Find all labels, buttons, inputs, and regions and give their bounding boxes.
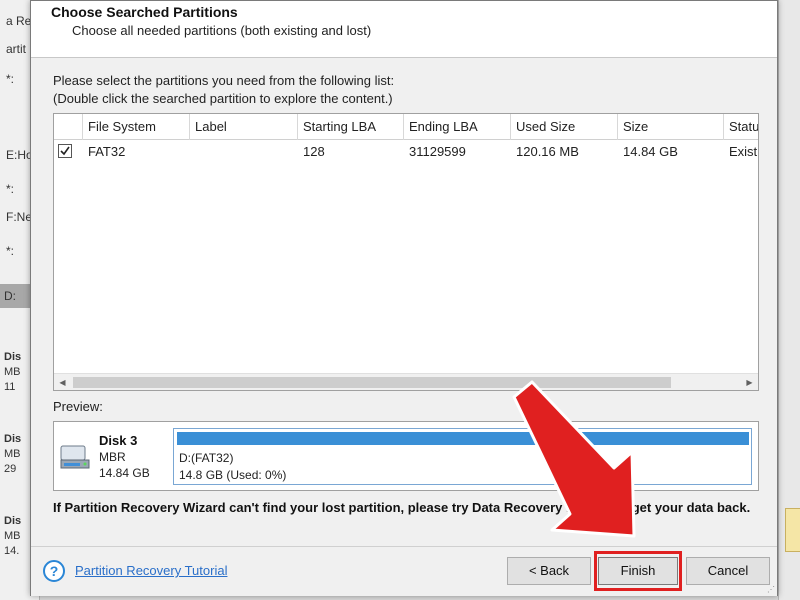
background-text: F:Ne [6, 210, 33, 224]
column-header-size[interactable]: Size [618, 114, 724, 140]
cell-size: 14.84 GB [623, 144, 678, 159]
disk-name: Disk 3 [99, 433, 138, 448]
disk-drive-icon [60, 445, 90, 469]
background-text: artit [6, 42, 27, 56]
instruction-text: Please select the partitions you need fr… [53, 73, 395, 88]
dialog-footer: ? Partition Recovery Tutorial < Back Fin… [31, 546, 777, 596]
cell-ending-lba: 31129599 [409, 144, 466, 159]
back-button-label: Back [540, 563, 570, 578]
finish-button[interactable]: Finish [598, 557, 678, 585]
disk-size: 14.84 GB [99, 466, 150, 480]
back-button[interactable]: < Back [507, 557, 591, 585]
background-right-edge [778, 0, 800, 600]
dialog-subtitle: Choose all needed partitions (both exist… [72, 23, 372, 38]
column-header-ending-lba[interactable]: Ending LBA [404, 114, 511, 140]
partition-block[interactable]: D:(FAT32) 14.8 GB (Used: 0%) [173, 428, 752, 485]
question-icon[interactable]: ? [43, 560, 65, 582]
background-text: E:Ho [6, 148, 33, 162]
background-disk-entry: Dis MB 11 [4, 351, 22, 393]
background-text: *: [6, 182, 15, 196]
finish-button-label: Finish [620, 563, 656, 578]
cell-label [190, 140, 298, 164]
preview-label: Preview: [53, 399, 103, 414]
background-text: *: [6, 244, 15, 258]
column-header-file-system[interactable]: File System [83, 114, 190, 140]
dialog-header: Choose Searched Partitions Choose all ne… [31, 1, 777, 58]
background-text: *: [6, 72, 15, 86]
disk-type: MBR [99, 450, 126, 464]
partition-bar [177, 432, 749, 445]
scrollbar-thumb[interactable] [73, 377, 671, 388]
cell-used-size: 120.16 MB [516, 144, 579, 159]
horizontal-scrollbar[interactable]: ◀ ▶ [54, 373, 758, 390]
tutorial-link[interactable]: Partition Recovery Tutorial [75, 563, 227, 578]
scroll-left-icon[interactable]: ◀ [54, 374, 71, 390]
partition-table[interactable]: File System Label Starting LBA Ending LB… [53, 113, 759, 391]
background-yellow-block [785, 508, 800, 552]
column-header-starting-lba[interactable]: Starting LBA [298, 114, 404, 140]
column-header-label[interactable]: Label [190, 114, 298, 140]
table-row[interactable]: FAT32 128 31129599 120.16 MB 14.84 GB Ex… [54, 140, 758, 164]
resize-grip-icon[interactable]: ⋰ [767, 585, 775, 594]
cell-file-system: FAT32 [88, 144, 126, 159]
column-header-used-size[interactable]: Used Size [511, 114, 618, 140]
background-disk-entry: Dis MB 29 [4, 433, 22, 475]
partition-name: D:(FAT32) [179, 451, 234, 465]
choose-partitions-dialog: Choose Searched Partitions Choose all ne… [30, 0, 778, 596]
scroll-right-icon[interactable]: ▶ [741, 374, 758, 390]
dialog-title: Choose Searched Partitions [51, 4, 238, 20]
instruction-hint: (Double click the searched partition to … [53, 91, 393, 106]
cancel-button[interactable]: Cancel [686, 557, 770, 585]
cell-starting-lba: 128 [303, 144, 325, 159]
column-header-status[interactable]: Status [724, 114, 758, 140]
disk-preview: Disk 3 MBR 14.84 GB D:(FAT32) 14.8 GB (U… [53, 421, 759, 491]
checkmark-icon [60, 146, 70, 156]
cell-status: Existing [729, 144, 758, 159]
partition-info: 14.8 GB (Used: 0%) [179, 468, 287, 482]
column-header-check [54, 114, 83, 140]
table-header: File System Label Starting LBA Ending LB… [54, 114, 758, 140]
help-note: If Partition Recovery Wizard can't find … [53, 500, 751, 515]
cancel-button-label: Cancel [707, 563, 749, 578]
background-disk-entry: Dis MB 14. [4, 515, 22, 557]
partition-checkbox[interactable] [58, 144, 72, 158]
